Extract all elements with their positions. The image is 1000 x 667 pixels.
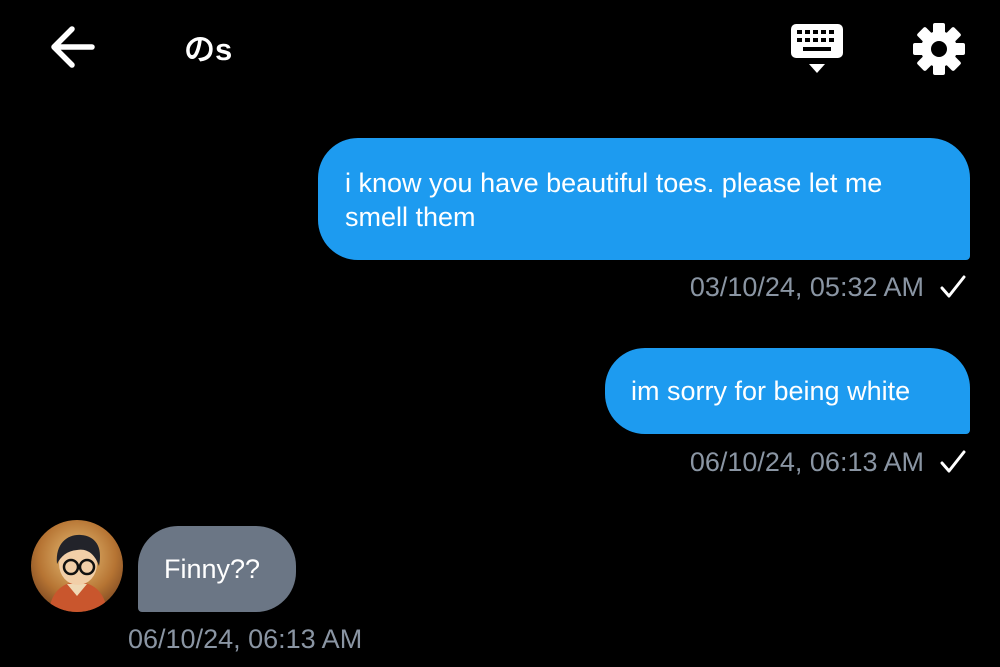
outgoing-message-bubble[interactable]: im sorry for being white bbox=[605, 348, 970, 434]
avatar[interactable] bbox=[31, 520, 123, 612]
message-meta: 06/10/24, 06:13 AM bbox=[690, 445, 968, 479]
arrow-left-icon bbox=[51, 26, 95, 68]
top-bar: のs bbox=[0, 0, 1000, 100]
chat-title[interactable]: のs bbox=[184, 30, 232, 70]
message-text: i know you have beautiful toes. please l… bbox=[345, 168, 883, 232]
incoming-message-bubble[interactable]: Finny?? bbox=[138, 526, 296, 612]
gear-icon bbox=[913, 23, 965, 75]
settings-button[interactable] bbox=[910, 20, 968, 78]
back-button[interactable] bbox=[48, 24, 96, 70]
outgoing-message-bubble[interactable]: i know you have beautiful toes. please l… bbox=[318, 138, 970, 260]
message-timestamp: 06/10/24, 06:13 AM bbox=[689, 447, 924, 477]
message-timestamp: 06/10/24, 06:13 AM bbox=[128, 624, 363, 654]
message-timestamp: 03/10/24, 05:32 AM bbox=[689, 272, 924, 302]
check-icon bbox=[940, 450, 966, 473]
keyboard-icon bbox=[791, 24, 843, 73]
message-text: Finny?? bbox=[164, 554, 261, 584]
avatar-image bbox=[31, 520, 123, 612]
check-icon bbox=[940, 275, 966, 298]
message-text: im sorry for being white bbox=[631, 376, 911, 406]
keyboard-toggle-button[interactable] bbox=[788, 22, 846, 76]
message-meta: 03/10/24, 05:32 AM bbox=[690, 270, 968, 304]
